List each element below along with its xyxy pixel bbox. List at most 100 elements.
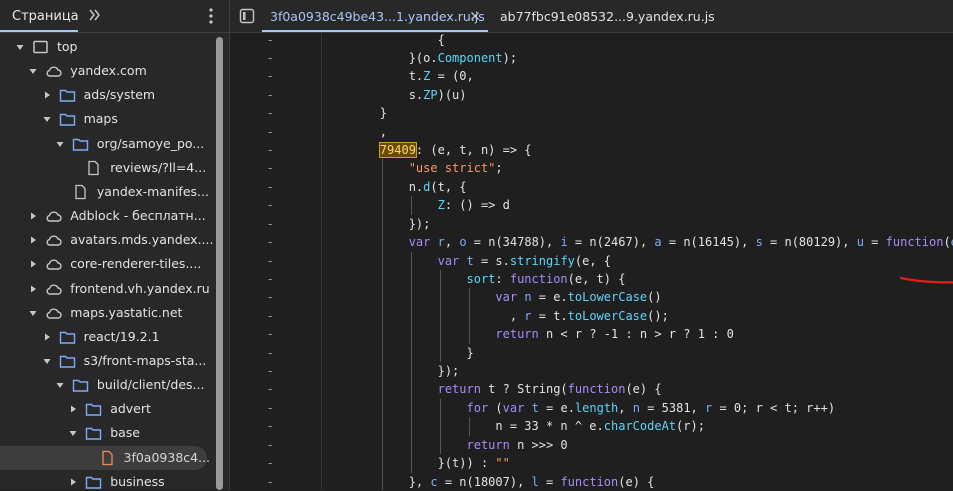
expanded-arrow-icon[interactable]: [43, 115, 51, 123]
collapsed-arrow-icon[interactable]: [29, 212, 37, 220]
code-line[interactable]: }: [322, 104, 387, 122]
code-token: )(u): [437, 87, 467, 102]
tree-item[interactable]: maps.yastatic.net: [0, 301, 214, 325]
code-line[interactable]: var n = e.toLowerCase(): [322, 288, 662, 306]
close-icon[interactable]: [470, 11, 480, 21]
code-token: s.: [322, 87, 424, 102]
folder-icon: [85, 404, 102, 416]
tree-item-label: business: [110, 473, 165, 489]
tree-item[interactable]: maps: [0, 107, 214, 131]
tree-item[interactable]: business: [0, 470, 214, 490]
code-token: ();: [647, 308, 669, 323]
code-line[interactable]: var r, o = n(34788), i = n(2467), a = n(…: [322, 233, 953, 251]
code-line[interactable]: for (var t = e.length, n = 5381, r = 0; …: [322, 399, 836, 417]
code-line[interactable]: }(o.Component);: [322, 49, 517, 67]
tree-item-label: reviews/?ll=4...: [110, 159, 207, 175]
expanded-arrow-icon[interactable]: [16, 43, 24, 51]
gutter-marker: -: [268, 327, 273, 342]
tree-item[interactable]: advert: [0, 397, 214, 421]
code-line[interactable]: s.ZP)(u): [322, 86, 467, 104]
code-line[interactable]: return n >>> 0: [322, 436, 568, 454]
collapsed-arrow-icon[interactable]: [43, 333, 51, 341]
tree-item-label: yandex-manifes...: [96, 183, 209, 199]
code-line[interactable]: var t = s.stringify(e, {: [322, 252, 611, 270]
tree-item[interactable]: avatars.mds.yandex....: [0, 228, 214, 252]
tree-item[interactable]: s3/front-maps-sta...: [0, 349, 214, 373]
expanded-arrow-icon[interactable]: [29, 309, 37, 317]
collapsed-arrow-icon[interactable]: [29, 260, 37, 268]
code-line[interactable]: {: [322, 33, 445, 49]
code-token: (r);: [676, 419, 705, 434]
expanded-arrow-icon[interactable]: [69, 429, 77, 437]
code-token: length: [574, 400, 619, 415]
js-file-icon: [101, 450, 113, 465]
code-token: (e) {: [618, 474, 655, 489]
code-line[interactable]: });: [322, 215, 431, 233]
tab-active-file[interactable]: 3f0a0938c49be43...1.yandex.ru.js: [270, 0, 485, 32]
code-line[interactable]: ,: [322, 123, 387, 141]
code-line[interactable]: }: [322, 344, 473, 362]
gutter-marker: -: [268, 69, 273, 84]
code-token: =: [538, 474, 561, 489]
collapsed-arrow-icon[interactable]: [29, 236, 37, 244]
toggle-navigator-icon[interactable]: [239, 8, 255, 24]
tab-page[interactable]: Страница: [0, 0, 80, 32]
code-token: r: [437, 235, 445, 250]
code-token: (): [647, 290, 662, 305]
tree-item[interactable]: top: [0, 35, 214, 59]
expanded-arrow-icon[interactable]: [56, 381, 64, 389]
file-tree: top yandex.com ads/system maps org/samoye_po…: [0, 33, 229, 490]
code-line[interactable]: });: [322, 362, 460, 380]
code-token: }(t)) :: [322, 456, 496, 471]
gutter-marker: -: [268, 106, 273, 121]
collapsed-arrow-icon[interactable]: [29, 285, 37, 293]
code-token: );: [502, 50, 518, 65]
expanded-arrow-icon[interactable]: [43, 357, 51, 365]
navigator-scrollbar[interactable]: [216, 37, 223, 490]
gutter-marker: -: [268, 143, 273, 158]
code-line[interactable]: n = 33 * n ^ e.charCodeAt(r);: [322, 417, 705, 435]
more-tabs-chevron-icon[interactable]: [88, 8, 102, 22]
tab-second-file[interactable]: ab77fbc91e08532...9.yandex.ru.js: [500, 0, 715, 32]
code-token: toLowerCase: [567, 290, 648, 305]
collapsed-arrow-icon[interactable]: [69, 405, 77, 413]
expanded-arrow-icon[interactable]: [56, 140, 64, 148]
tree-item[interactable]: org/samoye_po...: [0, 132, 214, 156]
code-line[interactable]: t.Z = (0,: [322, 67, 474, 85]
tree-item[interactable]: react/19.2.1: [0, 325, 214, 349]
tree-item[interactable]: yandex-manifes...: [0, 180, 214, 204]
code-token: :: [495, 271, 510, 286]
tree-item[interactable]: frontend.vh.yandex.ru: [0, 277, 214, 301]
cloud-icon: [46, 66, 62, 77]
code-line[interactable]: return t ? String(function(e) {: [322, 380, 662, 398]
tree-item[interactable]: yandex.com: [0, 59, 214, 83]
tree-item[interactable]: build/client/des...: [0, 373, 214, 397]
code-token: ,: [444, 235, 460, 250]
tree-item[interactable]: Adblock - бесплатн...: [0, 204, 214, 228]
tree-item[interactable]: reviews/?ll=4...: [0, 156, 214, 180]
code-line[interactable]: return n < r ? -1 : n > r ? 1 : 0: [322, 325, 733, 343]
code-area[interactable]: { }(o.Component); t.Z = (0, s.ZP)(u) } ,…: [322, 33, 953, 490]
code-line[interactable]: , r = t.toLowerCase();: [322, 307, 669, 325]
kebab-menu-icon[interactable]: [206, 7, 216, 25]
code-line[interactable]: 79409: (e, t, n) => {: [322, 141, 532, 159]
collapsed-arrow-icon[interactable]: [43, 91, 51, 99]
active-tab-indicator: [262, 30, 488, 32]
code-line[interactable]: sort: function(e, t) {: [322, 270, 626, 288]
code-token: function: [560, 474, 619, 489]
code-line[interactable]: Z: () => d: [322, 196, 510, 214]
tree-item[interactable]: ads/system: [0, 83, 214, 107]
annotation-underline: [899, 276, 953, 284]
tree-item[interactable]: core-renderer-tiles....: [0, 252, 214, 276]
code-line[interactable]: "use strict";: [322, 159, 503, 177]
collapsed-arrow-icon[interactable]: [69, 478, 77, 486]
code-line[interactable]: }(t)) : "": [322, 454, 510, 472]
code-line[interactable]: }, c = n(18007), l = function(e) {: [322, 473, 655, 490]
gutter-marker: -: [268, 308, 273, 323]
tree-item[interactable]: base: [0, 421, 214, 445]
tree-item[interactable]: 3f0a0938c4...: [0, 445, 210, 470]
expanded-arrow-icon[interactable]: [29, 67, 37, 75]
code-line[interactable]: n.d(t, {: [322, 178, 467, 196]
